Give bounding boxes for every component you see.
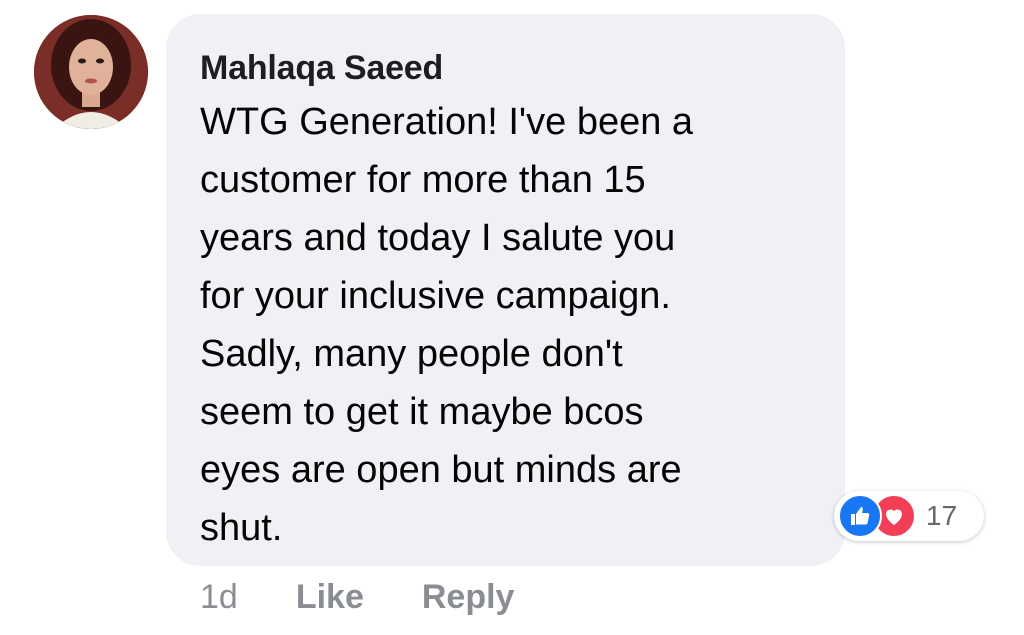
comment-author[interactable]: Mahlaqa Saeed — [200, 48, 815, 88]
like-reaction-icon — [838, 494, 882, 538]
comment-actions: 1d Like Reply — [200, 578, 514, 617]
avatar[interactable] — [34, 15, 148, 129]
like-button[interactable]: Like — [296, 578, 364, 617]
comment-container: Mahlaqa Saeed WTG Generation! I've been … — [0, 0, 1024, 635]
reply-button[interactable]: Reply — [422, 578, 515, 617]
comment-text: WTG Generation! I've been a customer for… — [200, 101, 694, 549]
reactions-badge[interactable]: 17 — [834, 491, 984, 541]
comment-timestamp[interactable]: 1d — [200, 578, 238, 617]
reaction-count: 17 — [926, 500, 958, 531]
comment-bubble: Mahlaqa Saeed WTG Generation! I've been … — [166, 14, 845, 566]
